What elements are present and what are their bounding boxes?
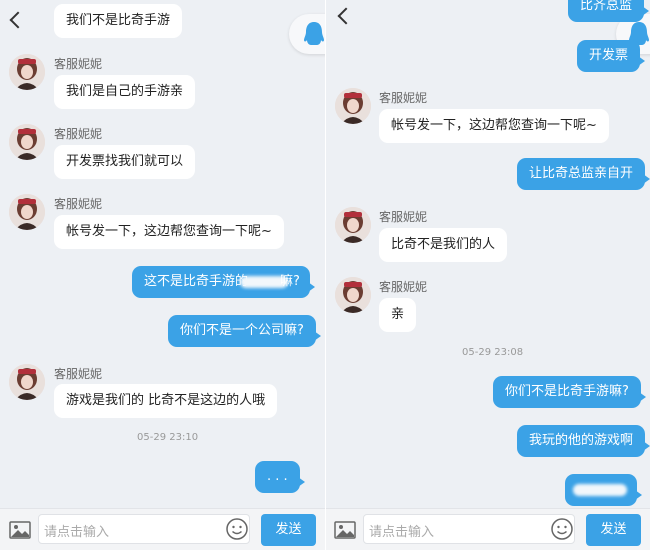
message-input[interactable]: 请点击输入 bbox=[363, 514, 575, 544]
agent-avatar[interactable] bbox=[9, 124, 45, 160]
send-button[interactable]: 发送 bbox=[586, 514, 641, 546]
input-placeholder: 请点击输入 bbox=[369, 525, 435, 540]
chat-bubble-incoming[interactable]: 比奇不是我们的人 bbox=[379, 228, 508, 262]
sender-name: 客服妮妮 bbox=[379, 91, 428, 105]
message-text-suffix: 嘛? bbox=[280, 274, 300, 289]
redacted-text bbox=[573, 484, 627, 496]
sender-name: 客服妮妮 bbox=[379, 280, 428, 294]
sender-name: 客服妮妮 bbox=[54, 57, 103, 71]
avatar-image bbox=[9, 54, 45, 90]
chat-bubble-incoming[interactable]: 我们是自己的手游亲 bbox=[54, 75, 196, 109]
avatar-image bbox=[9, 124, 45, 160]
message-text: 这不是比奇手游的 bbox=[144, 274, 249, 289]
message-timestamp: 05-29 23:08 bbox=[462, 347, 524, 358]
sender-name: 客服妮妮 bbox=[54, 197, 103, 211]
emoji-icon[interactable] bbox=[550, 517, 574, 541]
chat-bubble-outgoing[interactable]: 我玩的他的游戏啊 bbox=[517, 425, 650, 457]
agent-avatar[interactable] bbox=[9, 54, 45, 90]
emoji-icon[interactable] bbox=[225, 517, 249, 541]
chat-bubble-incoming[interactable]: 游戏是我们的 比奇不是这边的人哦 bbox=[54, 384, 278, 418]
qq-penguin-icon bbox=[304, 22, 324, 45]
chat-bubble-incoming[interactable]: 帐号发一下，这边帮您查询一下呢~ bbox=[54, 215, 284, 249]
chat-bubble-outgoing[interactable]: 比齐总监 bbox=[568, 0, 650, 22]
avatar-image bbox=[335, 207, 371, 243]
chat-bubble-incoming[interactable]: 开发票找我们就可以 bbox=[54, 145, 196, 179]
chat-bubble-incoming[interactable]: 亲 bbox=[379, 298, 417, 332]
agent-avatar[interactable] bbox=[9, 364, 45, 400]
sender-name: 客服妮妮 bbox=[379, 210, 428, 224]
agent-avatar[interactable] bbox=[9, 194, 45, 230]
right-chat-panel: 比齐总监 开发票 客服妮妮 帐号发一下，这边帮您查询一下呢~ 让比奇总监亲自开 … bbox=[326, 0, 650, 550]
agent-avatar[interactable] bbox=[335, 88, 371, 124]
chat-bubble-incoming[interactable]: 帐号发一下，这边帮您查询一下呢~ bbox=[379, 109, 609, 143]
image-icon[interactable] bbox=[334, 521, 356, 539]
chat-bubble-outgoing[interactable]: 这不是比奇手游的 嘛? bbox=[132, 266, 315, 298]
avatar-image bbox=[335, 88, 371, 124]
chat-input-bar: 请点击输入 发送 bbox=[0, 508, 325, 550]
chat-bubble-outgoing[interactable]: . . . bbox=[255, 461, 305, 493]
chat-bubble-incoming[interactable]: 我们不是比奇手游 bbox=[54, 4, 183, 38]
message-input[interactable]: 请点击输入 bbox=[38, 514, 250, 544]
agent-avatar[interactable] bbox=[335, 277, 371, 313]
avatar-image bbox=[9, 194, 45, 230]
chat-bubble-outgoing[interactable]: 让比奇总监亲自开 bbox=[517, 158, 650, 190]
agent-avatar[interactable] bbox=[335, 207, 371, 243]
send-button[interactable]: 发送 bbox=[261, 514, 316, 546]
chat-bubble-outgoing[interactable]: 你们不是比奇手游嘛? bbox=[493, 376, 646, 408]
back-arrow-icon[interactable] bbox=[337, 7, 355, 25]
message-timestamp: 05-29 23:10 bbox=[137, 432, 199, 443]
avatar-image bbox=[335, 277, 371, 313]
input-placeholder: 请点击输入 bbox=[44, 525, 110, 540]
sender-name: 客服妮妮 bbox=[54, 367, 103, 381]
image-icon[interactable] bbox=[9, 521, 31, 539]
chat-input-bar: 请点击输入 发送 bbox=[326, 508, 650, 550]
qq-float-button[interactable] bbox=[289, 14, 325, 54]
left-chat-panel: 我们不是比奇手游 客服妮妮 我们是自己的手游亲 客服妮妮 开发票找我们就可以 客… bbox=[0, 0, 325, 550]
chat-bubble-outgoing[interactable] bbox=[565, 474, 642, 506]
back-arrow-icon[interactable] bbox=[9, 11, 27, 29]
chat-bubble-outgoing[interactable]: 开发票 bbox=[577, 40, 646, 72]
avatar-image bbox=[9, 364, 45, 400]
chat-bubble-outgoing[interactable]: 你们不是一个公司嘛? bbox=[168, 315, 321, 347]
sender-name: 客服妮妮 bbox=[54, 127, 103, 141]
